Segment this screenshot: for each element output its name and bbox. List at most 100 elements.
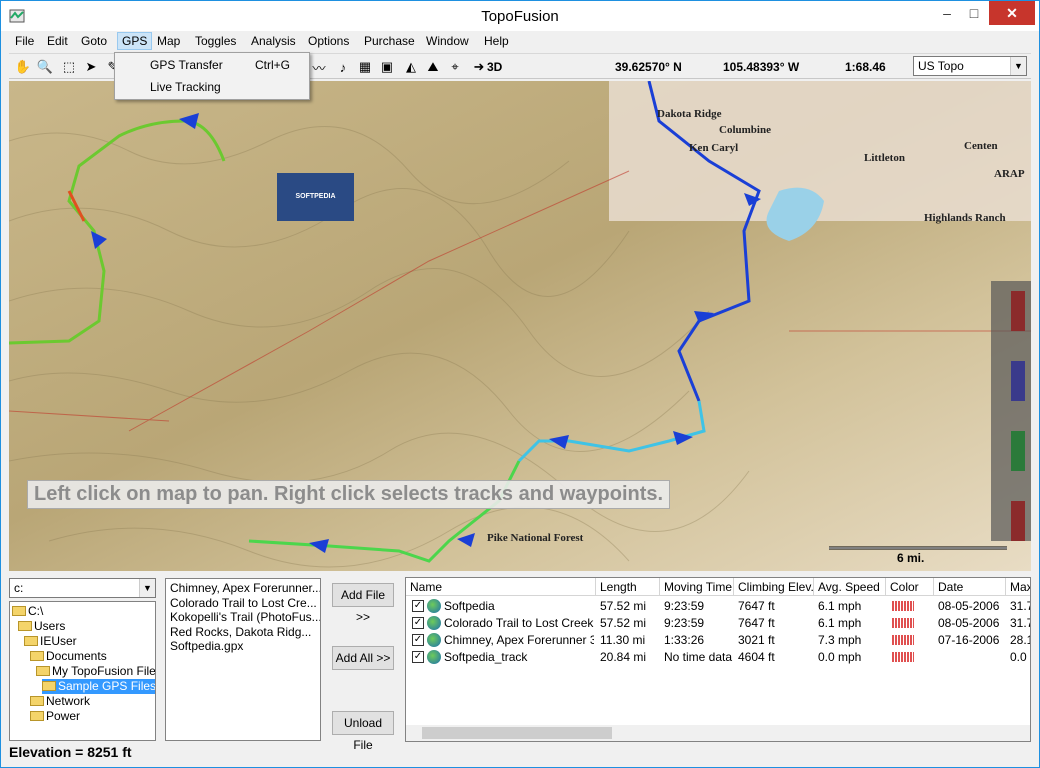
window-title: TopoFusion <box>481 8 559 25</box>
menu-analysis[interactable]: Analysis <box>251 34 296 48</box>
grid-icon[interactable]: ▦ <box>355 57 375 77</box>
gps-menu: GPS Transfer Ctrl+G Live Tracking <box>114 52 310 100</box>
elevation-icon[interactable]: ◭ <box>401 57 421 77</box>
folder-item[interactable]: Network <box>30 694 155 709</box>
track-checkbox[interactable]: ✓ <box>412 651 424 663</box>
menu-item-gps-transfer[interactable]: GPS Transfer <box>150 58 223 72</box>
folder-item[interactable]: IEUser <box>24 634 155 649</box>
arrow-icon[interactable]: ➜ <box>469 57 489 77</box>
folder-item[interactable]: C:\ <box>12 604 155 619</box>
shortcut-gps-transfer: Ctrl+G <box>255 58 291 72</box>
scale-readout: 1:68.46 <box>845 60 886 74</box>
svg-text:Highlands Ranch: Highlands Ranch <box>924 212 1006 224</box>
chevron-down-icon: ▼ <box>1010 57 1026 75</box>
menu-file[interactable]: File <box>15 34 34 48</box>
column-header[interactable]: Length <box>596 578 660 596</box>
globe-icon <box>427 616 441 630</box>
chevron-down-icon: ▼ <box>139 579 155 597</box>
column-header[interactable]: Max <box>1006 578 1030 596</box>
menu-purchase[interactable]: Purchase <box>364 34 415 48</box>
track-checkbox[interactable]: ✓ <box>412 634 424 646</box>
track-checkbox[interactable]: ✓ <box>412 600 424 612</box>
map-view[interactable]: Dakota Ridge Columbine Ken Caryl Littlet… <box>9 81 1031 571</box>
table-cell-name[interactable]: Colorado Trail to Lost Creek ... <box>444 616 594 630</box>
table-cell-speed: 7.3 mph <box>818 633 862 647</box>
gps-icon[interactable]: ⌖ <box>445 57 465 77</box>
folder-item[interactable]: Users <box>18 619 155 634</box>
menu-help[interactable]: Help <box>484 34 509 48</box>
folder-label: Users <box>34 619 66 633</box>
track-icon[interactable]: 〰 <box>309 57 329 77</box>
folder-icon <box>42 681 56 691</box>
column-header[interactable]: Color <box>886 578 934 596</box>
menu-goto[interactable]: Goto <box>81 34 107 48</box>
menu-gps[interactable]: GPS <box>117 32 153 50</box>
table-cell-name[interactable]: Softpedia_track <box>444 650 594 664</box>
table-cell-climb: 7647 ft <box>738 599 775 613</box>
menu-edit[interactable]: Edit <box>47 34 68 48</box>
file-item[interactable]: Colorado Trail to Lost Cre... <box>170 596 317 610</box>
globe-icon <box>427 650 441 664</box>
folder-item[interactable]: My TopoFusion Files <box>36 664 155 679</box>
terrain-icon[interactable]: ⛰ <box>423 57 443 77</box>
menu-item-live-tracking[interactable]: Live Tracking <box>150 80 221 94</box>
file-item[interactable]: Chimney, Apex Forerunner... <box>170 581 320 595</box>
table-cell-length: 11.30 mi <box>600 633 646 647</box>
select-box-icon[interactable]: ⬚ <box>59 57 79 77</box>
file-list[interactable]: Chimney, Apex Forerunner... Colorado Trai… <box>165 578 321 741</box>
softpedia-waypoint[interactable]: SOFTPEDIA <box>277 173 354 221</box>
folder-label: Documents <box>46 649 107 663</box>
map-hint: Left click on map to pan. Right click se… <box>27 480 671 509</box>
menu-map[interactable]: Map <box>157 34 180 48</box>
folder-icon <box>30 696 44 706</box>
menu-options[interactable]: Options <box>308 34 349 48</box>
zoom-icon[interactable]: 🔍 <box>35 57 55 77</box>
map-type-select[interactable]: US Topo ▼ <box>913 56 1027 76</box>
folder-item[interactable]: Documents <box>30 649 155 664</box>
track-color-swatch[interactable] <box>892 601 914 611</box>
column-header[interactable]: Avg. Speed <box>814 578 886 596</box>
table-cell-name[interactable]: Chimney, Apex Forerunner 30... <box>444 633 594 647</box>
file-item[interactable]: Red Rocks, Dakota Ridg... <box>170 625 311 639</box>
file-item[interactable]: Kokopelli's Trail (PhotoFus... <box>170 610 320 624</box>
folder-tree[interactable]: C:\ Users IEUser Documents My TopoFusion Fil… <box>9 601 156 741</box>
file-item[interactable]: Softpedia.gpx <box>170 639 243 653</box>
globe-icon <box>427 599 441 613</box>
unload-file-button[interactable]: Unload File <box>332 711 394 752</box>
track-color-swatch[interactable] <box>892 618 914 628</box>
add-all-button[interactable]: Add All >> <box>332 646 394 670</box>
three-d-button[interactable]: 3D <box>487 60 502 74</box>
svg-text:ARAP: ARAP <box>994 168 1025 180</box>
music-icon[interactable]: ♪ <box>333 57 353 77</box>
track-color-swatch[interactable] <box>892 635 914 645</box>
folder-label: Network <box>46 694 91 708</box>
table-cell-name[interactable]: Softpedia <box>444 599 594 613</box>
folder-item[interactable]: Power <box>30 709 155 724</box>
folder-icon <box>36 666 50 676</box>
close-button[interactable]: ✕ <box>989 1 1035 25</box>
table-cell-moving: 1:33:26 <box>664 633 705 647</box>
folder-item[interactable]: Sample GPS Files <box>42 679 155 694</box>
maximize-button[interactable]: □ <box>956 1 992 25</box>
column-header[interactable]: Name <box>406 578 596 596</box>
column-header[interactable]: Climbing Elev. <box>734 578 814 596</box>
map-type-value: US Topo <box>918 59 964 73</box>
add-file-button[interactable]: Add File >> <box>332 583 394 624</box>
pan-hand-icon[interactable]: ✋ <box>13 57 33 77</box>
folder-icon <box>24 636 38 646</box>
photo-icon[interactable]: ▣ <box>377 57 397 77</box>
track-checkbox[interactable]: ✓ <box>412 617 424 629</box>
table-cell-date: 07-16-2006 <box>938 633 1000 647</box>
track-color-swatch[interactable] <box>892 652 914 662</box>
horizontal-scrollbar[interactable] <box>406 725 1030 741</box>
pointer-icon[interactable]: ➤ <box>81 57 101 77</box>
menu-toggles[interactable]: Toggles <box>195 34 236 48</box>
column-header[interactable]: Date <box>934 578 1006 596</box>
app-window: TopoFusion – □ ✕ File Edit Goto GPS Map … <box>0 0 1040 768</box>
drive-select[interactable]: c: ▼ <box>9 578 156 598</box>
column-header[interactable]: Moving Time <box>660 578 734 596</box>
folder-icon <box>30 711 44 721</box>
table-cell-length: 57.52 mi <box>600 616 647 630</box>
svg-text:Littleton: Littleton <box>864 152 905 164</box>
menu-window[interactable]: Window <box>426 34 469 48</box>
